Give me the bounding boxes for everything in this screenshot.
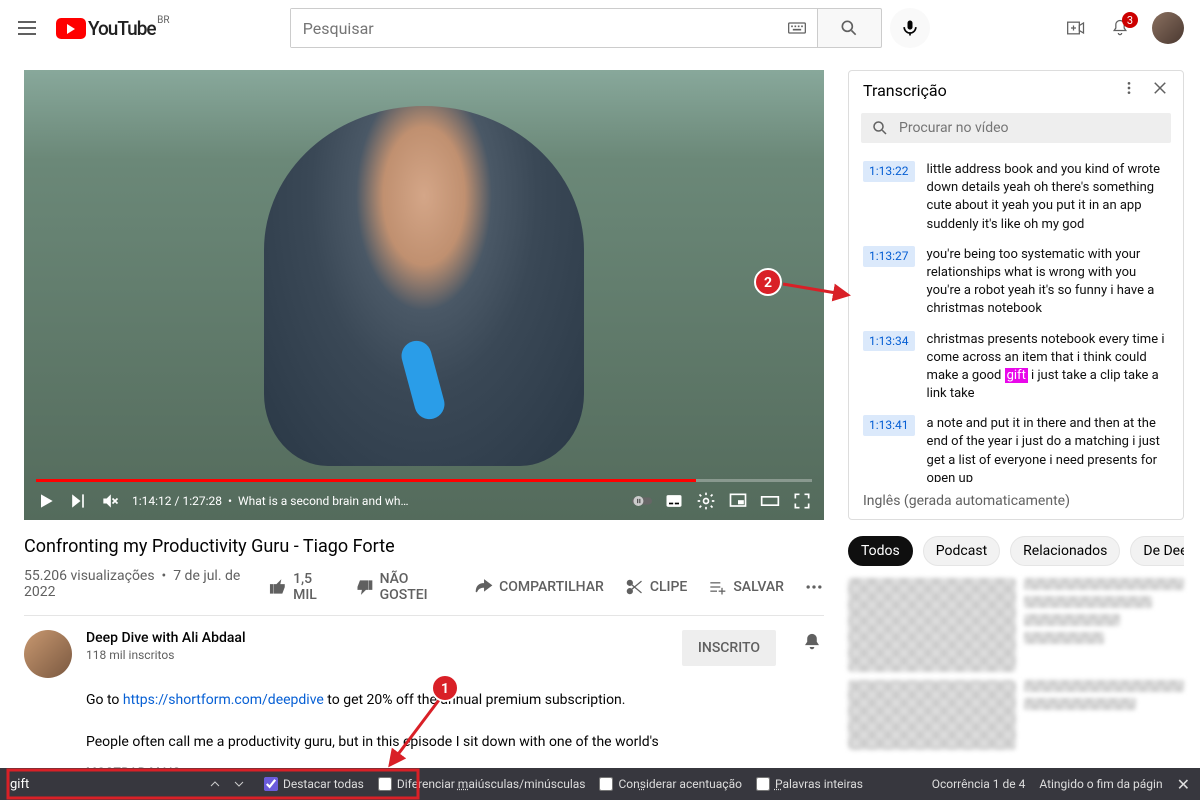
dislike-button[interactable]: NÃO GOSTEI: [355, 571, 453, 603]
save-button[interactable]: SALVAR: [707, 577, 784, 597]
chip-podcast[interactable]: Podcast: [923, 536, 1000, 566]
user-avatar[interactable]: [1152, 12, 1184, 44]
search-icon: [871, 119, 889, 137]
filter-chips: Todos Podcast Relacionados De Deep: [848, 536, 1184, 566]
primary-column: 1:14:12 / 1:27:28 • What is a second bra…: [24, 56, 824, 768]
find-nav: [204, 773, 250, 795]
browser-find-bar: Destacar todas Diferenciar maiúsculas/mi…: [0, 768, 1200, 800]
play-logo-icon: [56, 18, 86, 39]
header-search: [290, 8, 930, 48]
theater-icon[interactable]: [760, 491, 780, 511]
find-count: Ocorrência 1 de 4: [932, 777, 1026, 791]
video-meta: 55.206 visualizações • 7 de jul. de 2022…: [24, 565, 824, 616]
video-player[interactable]: 1:14:12 / 1:27:28 • What is a second bra…: [24, 70, 824, 520]
transcript-search-input[interactable]: [899, 120, 1161, 136]
youtube-logo[interactable]: YouTube BR: [56, 17, 156, 40]
video-frame: [24, 70, 824, 520]
voice-search-button[interactable]: [890, 8, 930, 48]
share-button[interactable]: COMPARTILHAR: [473, 577, 604, 597]
channel-avatar[interactable]: [24, 630, 72, 678]
time-display: 1:14:12 / 1:27:28 • What is a second bra…: [132, 494, 412, 508]
transcript-search: [861, 113, 1171, 143]
timestamp[interactable]: 1:13:22: [863, 161, 915, 182]
timestamp[interactable]: 1:13:34: [863, 331, 915, 352]
find-status: Atingido o fim da págin: [1039, 777, 1162, 791]
transcript-row[interactable]: 1:13:22 little address book and you kind …: [849, 155, 1183, 240]
transcript-menu-icon[interactable]: [1121, 80, 1137, 100]
transcript-language[interactable]: Inglês (gerada automaticamente): [849, 482, 1183, 519]
find-close-icon[interactable]: ✕: [1177, 775, 1190, 794]
chip-related[interactable]: Relacionados: [1010, 536, 1120, 566]
more-actions-button[interactable]: [804, 577, 824, 597]
video-description: Go to https://shortform.com/deepdive to …: [86, 690, 824, 753]
chip-channel[interactable]: De Deep: [1130, 536, 1184, 566]
video-actions: 1,5 MIL NÃO GOSTEI COMPARTILHAR CLIPE SA…: [269, 565, 824, 603]
find-next-icon[interactable]: [228, 773, 250, 795]
subscribe-button[interactable]: INSCRITO: [682, 630, 776, 666]
settings-icon[interactable]: [696, 491, 716, 511]
recommended-list: [848, 578, 1184, 750]
match-diacritics-checkbox[interactable]: Considerar acentuação: [599, 777, 741, 791]
logo-text: YouTube: [88, 17, 156, 40]
whole-words-checkbox[interactable]: Palavras inteiras: [756, 777, 863, 791]
video-title: Confronting my Productivity Guru - Tiago…: [24, 536, 824, 557]
transcript-row[interactable]: 1:13:41 a note and put it in there and th…: [849, 409, 1183, 482]
menu-icon[interactable]: [16, 16, 40, 40]
create-icon[interactable]: [1064, 16, 1088, 40]
recommended-item[interactable]: [848, 680, 1184, 750]
transcript-row[interactable]: 1:13:34 christmas presents notebook every…: [849, 325, 1183, 410]
find-input[interactable]: [10, 777, 190, 792]
transcript-text: christmas presents notebook every time i…: [927, 331, 1169, 404]
channel-info: Deep Dive with Ali Abdaal 118 mil inscri…: [86, 630, 668, 662]
transcript-body[interactable]: 1:13:22 little address book and you kind …: [849, 151, 1183, 482]
video-stats: 55.206 visualizações • 7 de jul. de 2022: [24, 568, 269, 600]
secondary-column: Transcrição 1:13:22 little address book a…: [848, 70, 1184, 768]
search-button[interactable]: [818, 8, 882, 48]
like-button[interactable]: 1,5 MIL: [269, 571, 335, 603]
next-icon[interactable]: [68, 491, 88, 511]
play-icon[interactable]: [36, 491, 56, 511]
mute-icon[interactable]: [100, 491, 120, 511]
notifications-icon[interactable]: 3: [1108, 16, 1132, 40]
transcript-text: little address book and you kind of wrot…: [927, 161, 1169, 234]
transcript-title: Transcrição: [863, 81, 947, 100]
search-input[interactable]: [291, 9, 777, 47]
main-content: 1:14:12 / 1:27:28 • What is a second bra…: [0, 56, 1200, 768]
region-label: BR: [157, 15, 169, 26]
fullscreen-icon[interactable]: [792, 491, 812, 511]
keyboard-icon[interactable]: [777, 9, 817, 47]
channel-name[interactable]: Deep Dive with Ali Abdaal: [86, 630, 668, 646]
clip-button[interactable]: CLIPE: [624, 577, 688, 597]
close-icon[interactable]: [1151, 79, 1169, 101]
match-case-checkbox[interactable]: Diferenciar maiúsculas/minúsculas: [378, 777, 586, 791]
transcript-text: a note and put it in there and then at t…: [927, 415, 1169, 482]
transcript-text: you're being too systematic with your re…: [927, 246, 1169, 319]
header-right: 3: [1064, 12, 1184, 44]
highlight-all-checkbox[interactable]: Destacar todas: [264, 777, 364, 791]
subtitles-icon[interactable]: [664, 491, 684, 511]
transcript-header: Transcrição: [849, 71, 1183, 109]
channel-row: Deep Dive with Ali Abdaal 118 mil inscri…: [24, 630, 824, 678]
transcript-panel: Transcrição 1:13:22 little address book a…: [848, 70, 1184, 520]
player-controls: 1:14:12 / 1:27:28 • What is a second bra…: [24, 482, 824, 520]
notification-badge: 3: [1122, 12, 1138, 28]
description-link[interactable]: https://shortform.com/deepdive: [123, 692, 324, 708]
header: YouTube BR 3: [0, 0, 1200, 56]
bell-icon[interactable]: [800, 630, 824, 654]
timestamp[interactable]: 1:13:41: [863, 415, 915, 436]
channel-subs: 118 mil inscritos: [86, 648, 668, 662]
find-prev-icon[interactable]: [204, 773, 226, 795]
chip-all[interactable]: Todos: [848, 536, 913, 566]
search-box: [290, 8, 818, 48]
recommended-item[interactable]: [848, 578, 1184, 672]
header-left: YouTube BR: [16, 16, 156, 40]
miniplayer-icon[interactable]: [728, 491, 748, 511]
autoplay-toggle[interactable]: [632, 491, 652, 511]
timestamp[interactable]: 1:13:27: [863, 246, 915, 267]
transcript-row[interactable]: 1:13:27 you're being too systematic with …: [849, 240, 1183, 325]
